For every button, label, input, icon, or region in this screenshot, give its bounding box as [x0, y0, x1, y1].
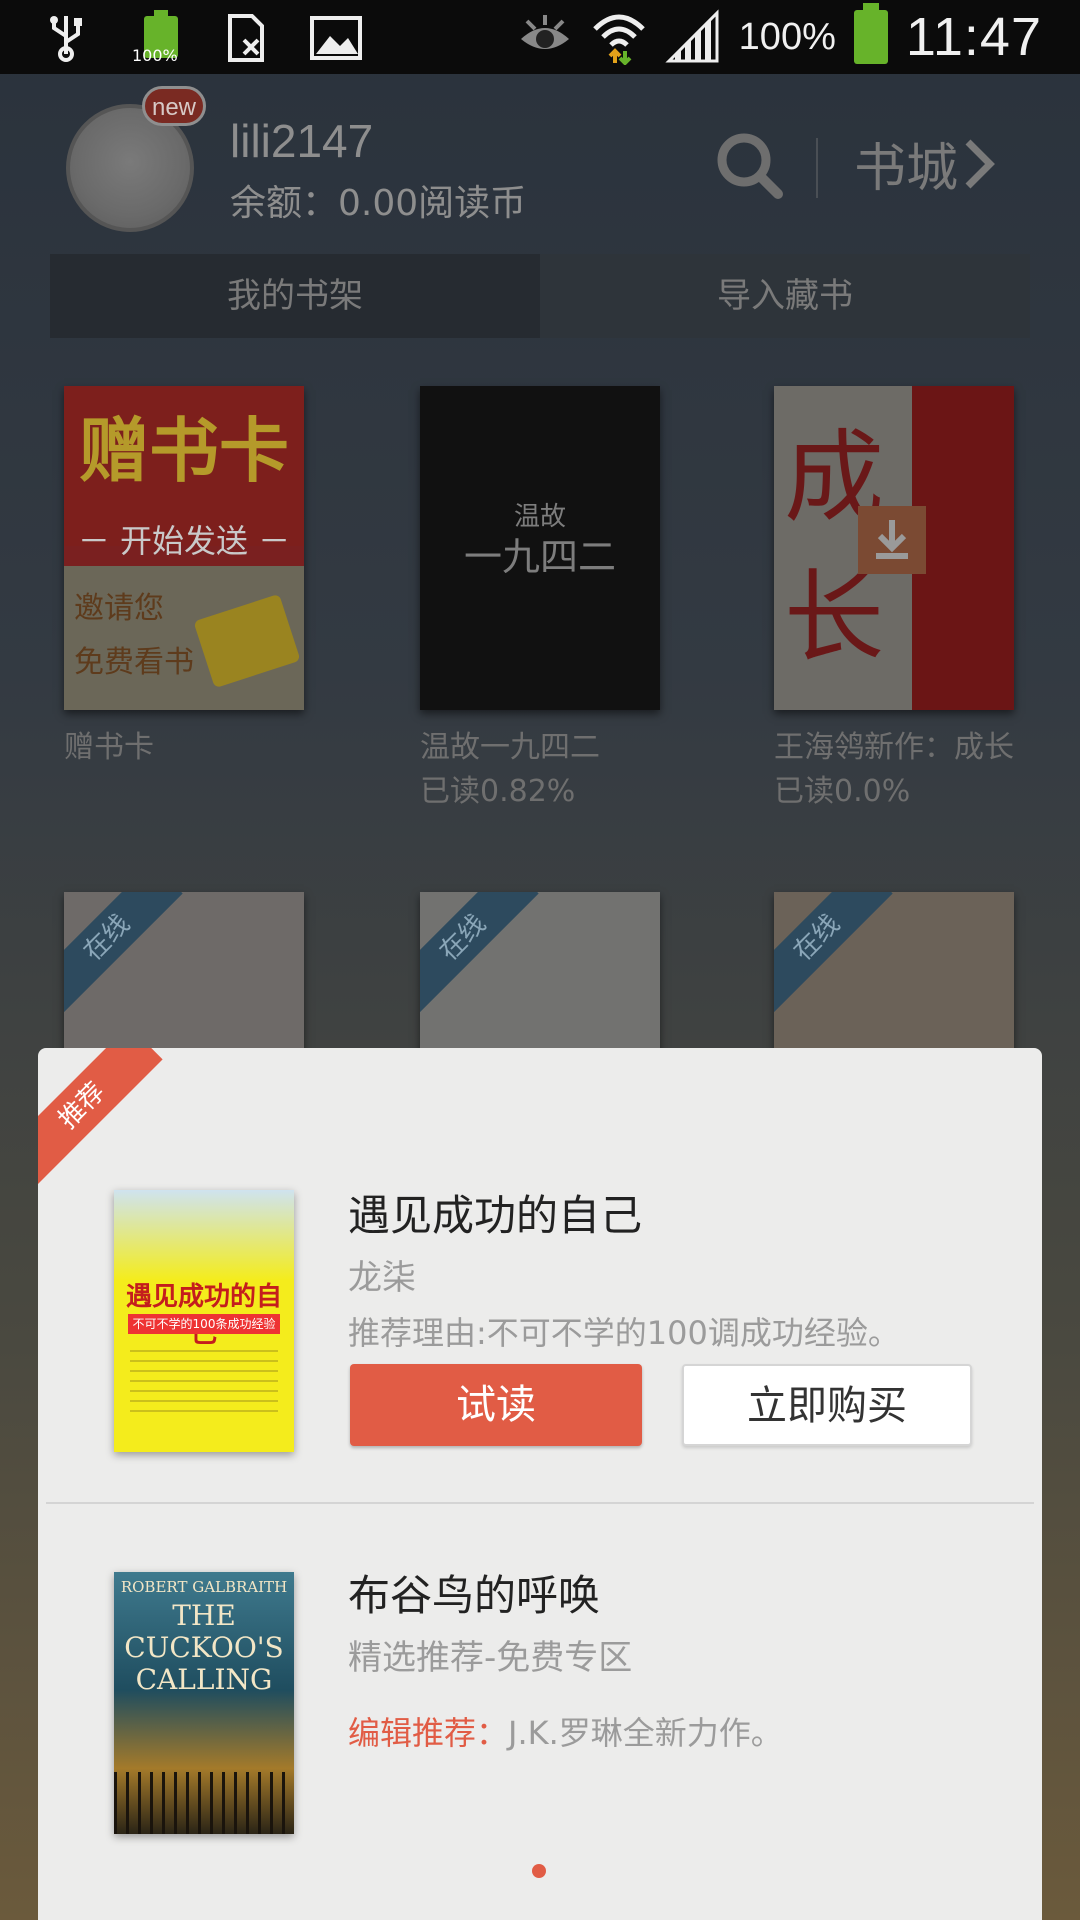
- cover-sky: [114, 1190, 294, 1280]
- cover-title: 一九四二: [463, 535, 616, 579]
- book-gift-card[interactable]: 赠书卡 － 开始发送 － 邀请您 免费看书 赠书卡: [64, 386, 304, 768]
- battery-percent: 100%: [738, 15, 836, 58]
- store-link[interactable]: 书城: [854, 126, 998, 201]
- cover-title: THE CUCKOO'S CALLING: [124, 1599, 284, 1696]
- book-title: 温故一九四二: [420, 730, 600, 765]
- book-cover[interactable]: 成 长: [774, 386, 1014, 710]
- editor-pick-text: J.K.罗琳全新力作。: [508, 1714, 783, 1752]
- recommend-author: 精选推荐-免费专区: [348, 1638, 633, 1678]
- new-badge: new: [142, 86, 206, 126]
- book-1942[interactable]: 温故 一九四二 温故一九四二 已读0.82%: [420, 386, 660, 812]
- read-progress: 已读0.82%: [420, 774, 576, 809]
- item-divider: [46, 1502, 1034, 1504]
- online-ribbon: 在线: [64, 892, 183, 1014]
- cover-railing: [114, 1772, 294, 1834]
- recommend-title[interactable]: 布谷鸟的呼唤: [348, 1562, 600, 1623]
- image-icon: [308, 10, 364, 66]
- header: new lili2147 余额：0.00阅读币 书城: [0, 74, 1080, 254]
- recommend-reason: 推荐理由:不可不学的100调成功经验。: [348, 1314, 900, 1352]
- chevron-right-icon: [965, 139, 995, 188]
- read-progress: 已读0.0%: [774, 774, 911, 809]
- recommend-title[interactable]: 遇见成功的自己: [348, 1182, 642, 1243]
- battery-icon: [853, 3, 888, 64]
- book-title: 王海鸰新作：成长: [774, 730, 1014, 765]
- cover-author: ROBERT GALBRAITH: [120, 1578, 288, 1596]
- recommend-cover[interactable]: 遇见成功的自己 不可不学的100条成功经验: [114, 1190, 294, 1452]
- recommend-reason: 编辑推荐：J.K.罗琳全新力作。: [348, 1708, 783, 1754]
- shelf-tabs: 我的书架 导入藏书: [50, 254, 1030, 338]
- clock: 11:47: [905, 7, 1042, 67]
- book-grow[interactable]: 成 长 王海鸰新作：成长 已读0.0%: [774, 386, 1014, 812]
- balance: 余额：0.00阅读币: [230, 183, 527, 224]
- editor-pick-label: 编辑推荐：: [348, 1714, 509, 1752]
- cover-text-lines: [130, 1350, 278, 1420]
- battery-small-label: 100%: [132, 46, 178, 65]
- page-indicator-dot: [532, 1864, 546, 1878]
- tab-import-books[interactable]: 导入藏书: [540, 254, 1030, 338]
- search-icon[interactable]: [710, 126, 790, 206]
- book-title: 赠书卡: [64, 730, 154, 765]
- try-read-button[interactable]: 试读: [350, 1364, 642, 1446]
- book-cover[interactable]: 温故 一九四二: [420, 386, 660, 710]
- recommend-ribbon: 推荐: [38, 1048, 163, 1187]
- online-ribbon: 在线: [420, 892, 539, 1014]
- download-icon[interactable]: [858, 506, 926, 574]
- header-divider: [816, 138, 818, 198]
- cover-title: 遇见成功的自己: [125, 1282, 282, 1349]
- online-ribbon: 在线: [774, 892, 893, 1014]
- book-cover[interactable]: 赠书卡 － 开始发送 － 邀请您 免费看书: [64, 386, 304, 710]
- no-sim-icon: [218, 10, 274, 66]
- wifi-icon: [591, 9, 647, 66]
- recommend-author: 龙柒: [348, 1258, 416, 1298]
- usb-icon: [38, 10, 94, 66]
- status-bar: 100% 100% 11:47: [0, 0, 1080, 74]
- cover-side-panel: [912, 386, 1014, 710]
- cover-subtitle: － 开始发送 －: [77, 522, 291, 560]
- signal-icon: [665, 9, 721, 65]
- cover-subtitle: 不可不学的100条成功经验: [128, 1314, 280, 1334]
- recommend-cover[interactable]: ROBERT GALBRAITH THE CUCKOO'S CALLING: [114, 1572, 294, 1834]
- battery-small-icon: 100%: [128, 10, 184, 66]
- eye-icon: [517, 9, 573, 65]
- tab-my-shelf[interactable]: 我的书架: [50, 254, 540, 338]
- recommendation-panel[interactable]: 推荐 遇见成功的自己 不可不学的100条成功经验 遇见成功的自己 龙柒 推荐理由…: [38, 1048, 1042, 1920]
- store-label: 书城: [854, 139, 959, 199]
- username[interactable]: lili2147: [230, 114, 373, 168]
- buy-now-button[interactable]: 立即购买: [682, 1364, 972, 1446]
